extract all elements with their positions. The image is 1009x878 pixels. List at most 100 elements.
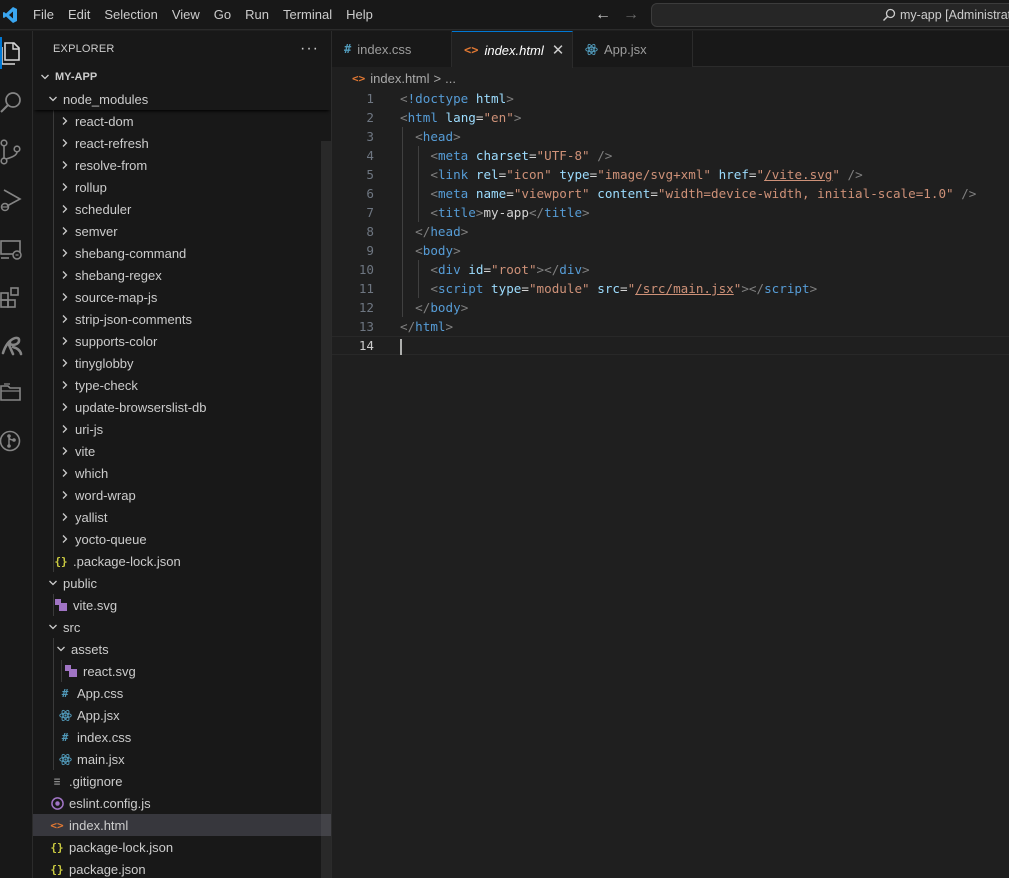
folder-supports-color[interactable]: supports-color bbox=[33, 330, 331, 352]
run-debug-icon[interactable] bbox=[0, 180, 33, 220]
folder-rollup[interactable]: rollup bbox=[33, 176, 331, 198]
folder-public[interactable]: public bbox=[33, 572, 331, 594]
code-text: </html> bbox=[400, 319, 454, 334]
code-line: 1 <!doctype html> bbox=[332, 89, 1009, 108]
chevron-down-icon bbox=[45, 91, 61, 107]
menu-edit[interactable]: Edit bbox=[61, 0, 97, 30]
project-manager-icon[interactable] bbox=[0, 373, 33, 413]
chevron-down-icon bbox=[45, 575, 61, 591]
remote-explorer-icon[interactable] bbox=[0, 229, 33, 269]
folder-shebang-regex[interactable]: shebang-regex bbox=[33, 264, 331, 286]
breadcrumb: <> index.html > ... bbox=[332, 67, 1009, 89]
gitignore-file-icon: ≡ bbox=[53, 774, 61, 788]
eslint-file-icon bbox=[49, 795, 65, 811]
workspace-root[interactable]: MY-APP bbox=[33, 66, 331, 88]
folder-strip-json-comments[interactable]: strip-json-comments bbox=[33, 308, 331, 330]
folder-source-map-js[interactable]: source-map-js bbox=[33, 286, 331, 308]
git-graph-icon[interactable] bbox=[0, 421, 33, 461]
code-editor[interactable]: 1 <!doctype html> 2 <html lang="en"> 3 <… bbox=[332, 89, 1009, 355]
folder-word-wrap[interactable]: word-wrap bbox=[33, 484, 331, 506]
file-index-html[interactable]: <> index.html bbox=[33, 814, 331, 836]
folder-label: strip-json-comments bbox=[75, 311, 193, 327]
line-number: 12 bbox=[358, 300, 374, 315]
folder-label: vite bbox=[75, 443, 96, 459]
explorer-sidebar: EXPLORER ··· MY-APP node_modules react-d… bbox=[33, 31, 332, 878]
back-arrow-icon[interactable]: ← bbox=[594, 6, 612, 24]
folder-update-browserslist-db[interactable]: update-browserslist-db bbox=[33, 396, 331, 418]
folder-node-modules[interactable]: node_modules bbox=[33, 88, 331, 110]
menu-terminal[interactable]: Terminal bbox=[276, 0, 339, 30]
code-text: <!doctype html> bbox=[400, 91, 514, 106]
folder-label: resolve-from bbox=[75, 157, 148, 173]
file-app-css[interactable]: # App.css bbox=[33, 682, 331, 704]
folder-which[interactable]: which bbox=[33, 462, 331, 484]
menu-go[interactable]: Go bbox=[207, 0, 238, 30]
file-index-css[interactable]: # index.css bbox=[33, 726, 331, 748]
file-package-lock-hidden[interactable]: {} .package-lock.json bbox=[33, 550, 331, 572]
file-eslint-config[interactable]: eslint.config.js bbox=[33, 792, 331, 814]
sidebar-scrollbar[interactable] bbox=[321, 141, 331, 878]
file-react-svg[interactable]: react.svg bbox=[33, 660, 331, 682]
folder-yocto-queue[interactable]: yocto-queue bbox=[33, 528, 331, 550]
menu-file[interactable]: File bbox=[26, 0, 61, 30]
tab-index-css[interactable]: # index.css bbox=[332, 31, 452, 67]
search-icon[interactable] bbox=[0, 83, 33, 123]
chevron-down-icon bbox=[53, 641, 69, 657]
breadcrumb-ellipsis[interactable]: ... bbox=[445, 71, 456, 86]
folder-assets[interactable]: assets bbox=[33, 638, 331, 660]
folder-label: shebang-command bbox=[75, 245, 187, 261]
file-label: main.jsx bbox=[77, 751, 125, 767]
line-number: 10 bbox=[358, 262, 374, 277]
chevron-right-icon bbox=[57, 113, 73, 129]
folder-shebang-command[interactable]: shebang-command bbox=[33, 242, 331, 264]
folder-react-dom[interactable]: react-dom bbox=[33, 110, 331, 132]
file-label: package.json bbox=[69, 861, 146, 877]
folder-label: tinyglobby bbox=[75, 355, 134, 371]
more-actions-icon[interactable]: ··· bbox=[300, 40, 319, 58]
file-package-lock[interactable]: {} package-lock.json bbox=[33, 836, 331, 858]
folder-label: update-browserslist-db bbox=[75, 399, 207, 415]
file-main-jsx[interactable]: main.jsx bbox=[33, 748, 331, 770]
tab-index-html[interactable]: <> index.html ✕ bbox=[452, 31, 573, 68]
folder-label: type-check bbox=[75, 377, 138, 393]
folder-type-check[interactable]: type-check bbox=[33, 374, 331, 396]
file-gitignore[interactable]: ≡ .gitignore bbox=[33, 770, 331, 792]
folder-vite[interactable]: vite bbox=[33, 440, 331, 462]
breadcrumb-file[interactable]: index.html bbox=[370, 71, 429, 86]
folder-scheduler[interactable]: scheduler bbox=[33, 198, 331, 220]
file-app-jsx[interactable]: App.jsx bbox=[33, 704, 331, 726]
folder-tinyglobby[interactable]: tinyglobby bbox=[33, 352, 331, 374]
code-text: </body> bbox=[415, 300, 469, 315]
node-modules-children: react-dom react-refresh resolve-from rollup… bbox=[33, 110, 331, 550]
react-file-icon bbox=[57, 751, 73, 767]
close-icon[interactable]: ✕ bbox=[552, 41, 565, 59]
svg-file-icon bbox=[63, 663, 79, 679]
menu-view[interactable]: View bbox=[165, 0, 207, 30]
command-center[interactable]: my-app [Administrator] bbox=[651, 3, 1009, 27]
code-line: 2 <html lang="en"> bbox=[332, 108, 1009, 127]
tab-app-jsx[interactable]: App.jsx bbox=[573, 31, 693, 67]
file-package-json[interactable]: {} package.json bbox=[33, 858, 331, 878]
explorer-icon[interactable] bbox=[0, 33, 33, 73]
line-number: 6 bbox=[366, 186, 374, 201]
forward-arrow-icon[interactable]: → bbox=[622, 6, 640, 24]
chevron-right-icon bbox=[57, 245, 73, 261]
folder-react-refresh[interactable]: react-refresh bbox=[33, 132, 331, 154]
extensions-icon[interactable] bbox=[0, 277, 33, 317]
folder-src[interactable]: src bbox=[33, 616, 331, 638]
code-text: <meta charset="UTF-8" /> bbox=[430, 148, 613, 163]
file-vite-svg[interactable]: vite.svg bbox=[33, 594, 331, 616]
folder-uri-js[interactable]: uri-js bbox=[33, 418, 331, 440]
menu-help[interactable]: Help bbox=[339, 0, 380, 30]
code-line: 5 <link rel="icon" type="image/svg+xml" … bbox=[332, 165, 1009, 184]
json-file-icon: {} bbox=[54, 554, 68, 568]
source-control-icon[interactable] bbox=[0, 132, 33, 172]
menu-selection[interactable]: Selection bbox=[97, 0, 164, 30]
menu-run[interactable]: Run bbox=[238, 0, 276, 30]
chevron-down-icon bbox=[45, 619, 61, 635]
sidebar-title: EXPLORER bbox=[53, 42, 115, 55]
folder-resolve-from[interactable]: resolve-from bbox=[33, 154, 331, 176]
prettier-icon[interactable] bbox=[0, 325, 33, 365]
folder-semver[interactable]: semver bbox=[33, 220, 331, 242]
folder-yallist[interactable]: yallist bbox=[33, 506, 331, 528]
